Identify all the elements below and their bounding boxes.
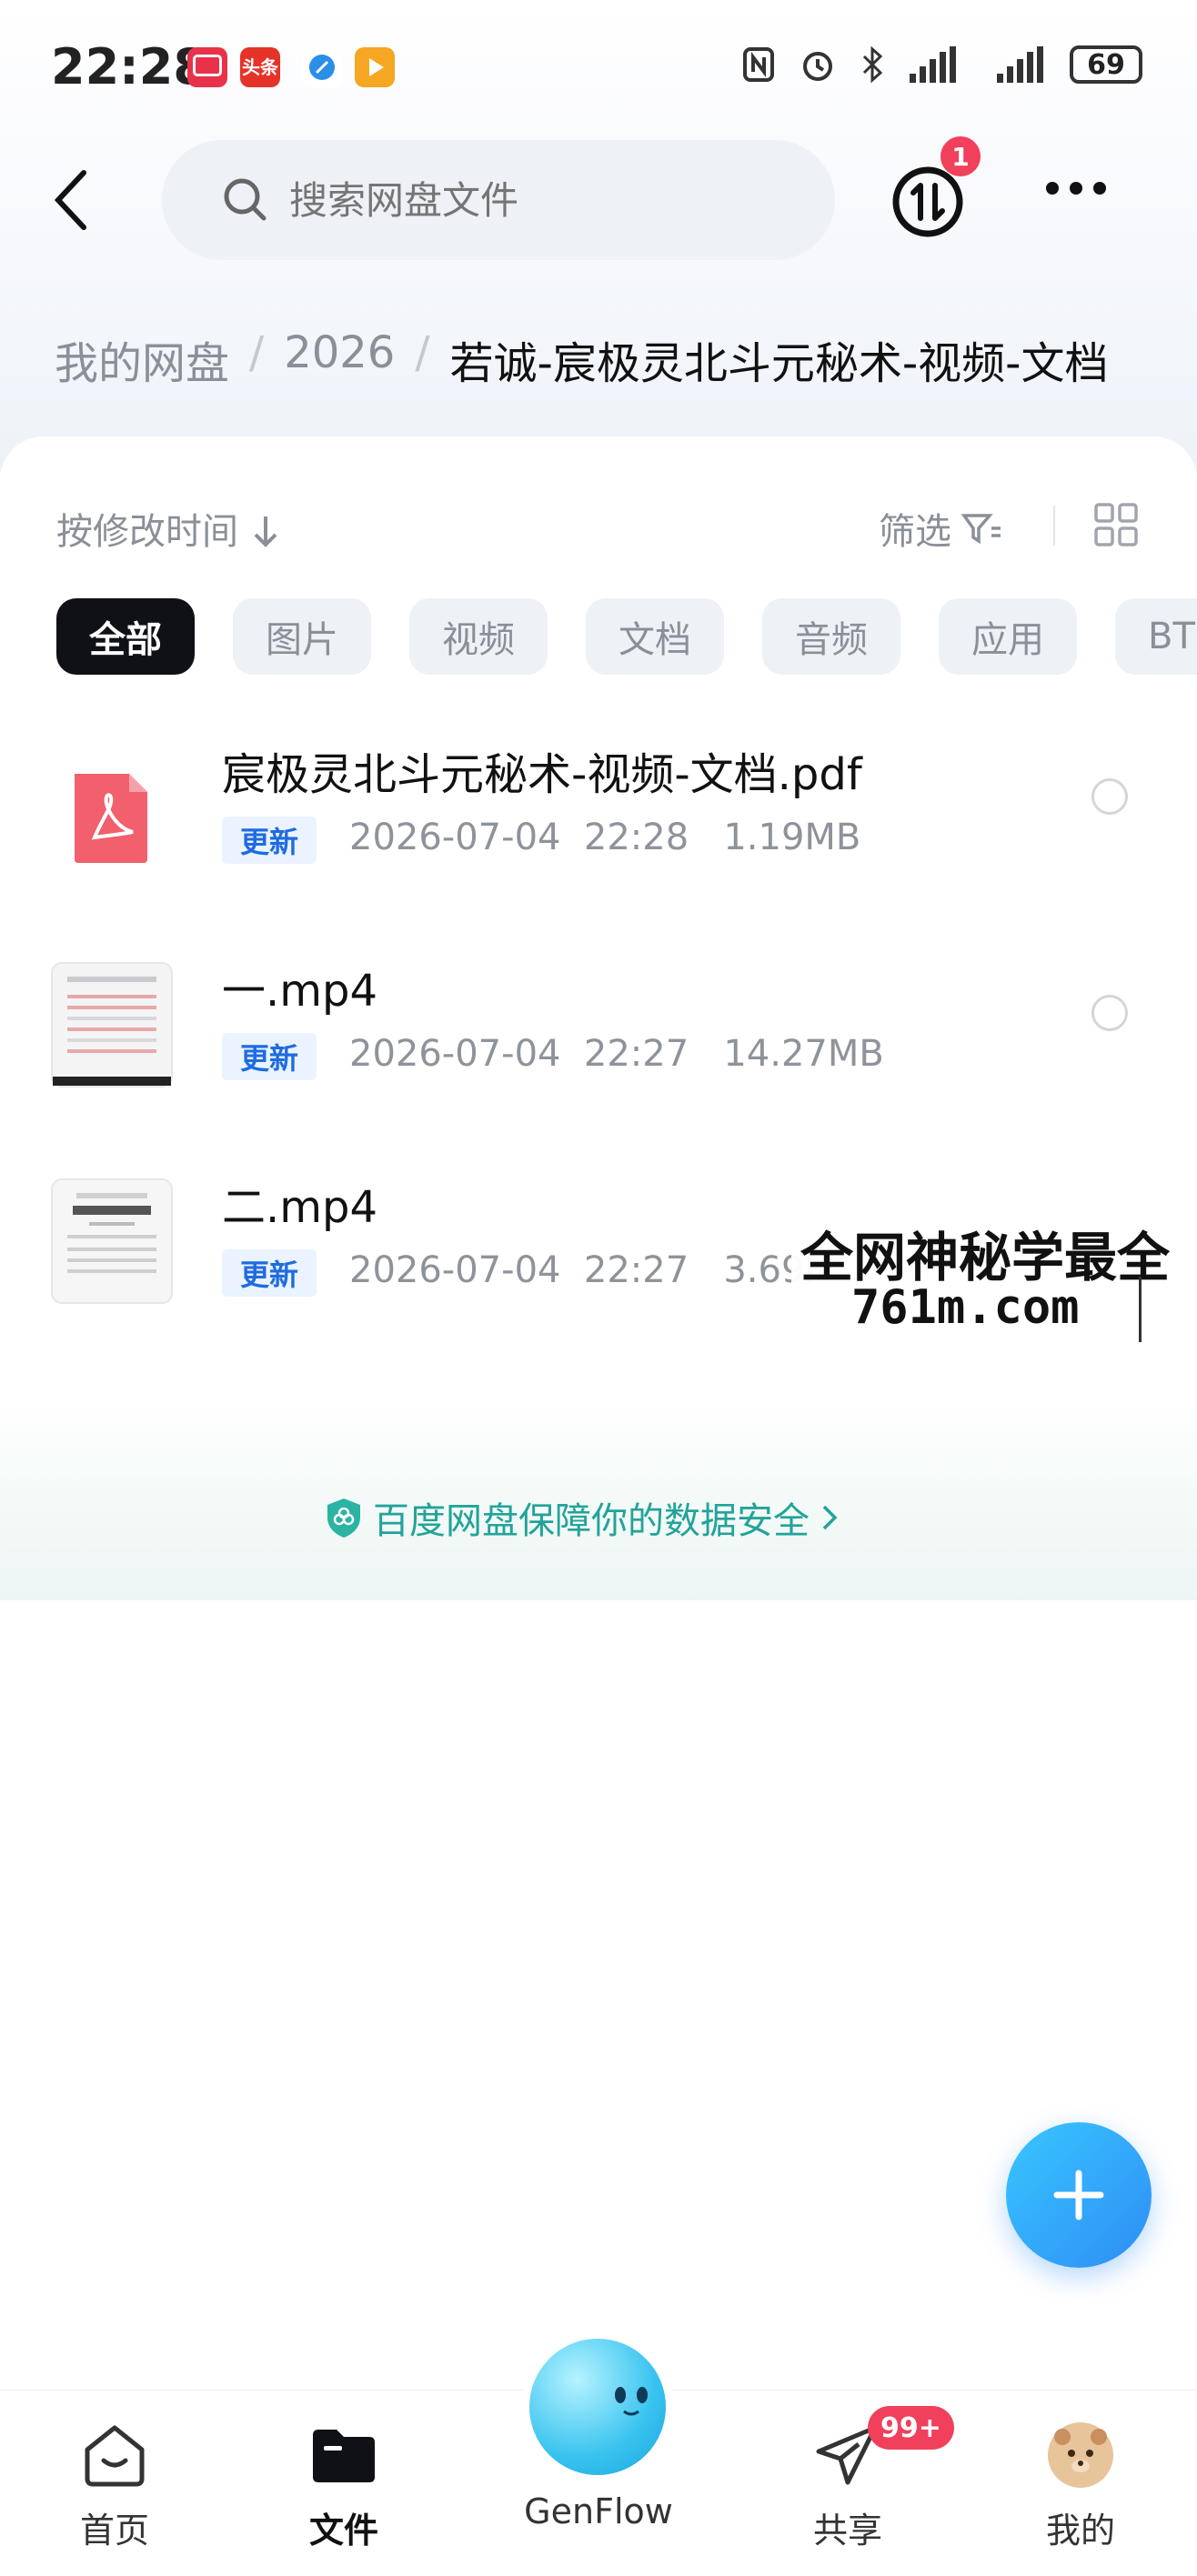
video-thumbnail (51, 1178, 173, 1304)
back-button[interactable] (45, 164, 100, 236)
genflow-mascot[interactable] (522, 2331, 673, 2482)
share-badge: 99+ (868, 2406, 954, 2450)
text-cursor (1139, 1277, 1142, 1342)
grid-icon (1094, 503, 1138, 546)
add-button[interactable] (1006, 2122, 1152, 2268)
chip-bt[interactable]: BT (1115, 598, 1197, 675)
video-thumbnail (51, 962, 173, 1088)
tab-files[interactable]: 文件 (271, 2419, 417, 2552)
chip-apps[interactable]: 应用 (939, 598, 1077, 675)
tv-app-icon (187, 47, 227, 87)
tab-files-label: 文件 (308, 2511, 378, 2551)
chevron-left-icon (54, 170, 86, 230)
arrow-down-icon (254, 516, 277, 547)
file-date: 2026-07-04 (349, 1249, 561, 1291)
tab-home-label: 首页 (79, 2511, 149, 2551)
breadcrumb: 我的网盘 / 2026 / 若诚-宸极灵北斗元秘术-视频-文档 (55, 327, 1108, 391)
update-tag: 更新 (222, 1249, 317, 1297)
safety-notice[interactable]: 百度网盘保障你的数据安全 (324, 1491, 840, 1544)
file-name: 二.mp4 (222, 1182, 378, 1233)
grid-view-button[interactable] (1093, 502, 1139, 547)
dot-icon (1046, 182, 1059, 195)
more-menu-button[interactable] (1046, 182, 1106, 195)
chip-documents[interactable]: 文档 (586, 598, 724, 675)
mascot-face-icon (615, 2387, 648, 2416)
file-name: 一.mp4 (222, 966, 378, 1017)
breadcrumb-separator: / (249, 327, 265, 378)
folder-icon (313, 2430, 375, 2482)
breadcrumb-current: 若诚-宸极灵北斗元秘术-视频-文档 (449, 338, 1109, 389)
chip-images[interactable]: 图片 (233, 598, 371, 675)
tab-genflow-label[interactable]: GenFlow (491, 2491, 706, 2531)
category-chips: 全部 图片 视频 文档 音频 应用 BT (56, 598, 1197, 675)
file-name: 宸极灵北斗元秘术-视频-文档.pdf (222, 749, 862, 800)
file-size: 14.27MB (723, 1033, 884, 1075)
file-meta: 2026-07-04 22:27 3.69l (349, 1249, 815, 1291)
video-app-icon (355, 47, 395, 87)
plus-icon (1053, 2170, 1104, 2220)
search-bar[interactable] (162, 140, 835, 260)
search-input[interactable] (287, 176, 800, 224)
avatar-icon (1048, 2422, 1113, 2488)
breadcrumb-separator: / (415, 327, 430, 378)
file-meta: 2026-07-04 22:28 1.19MB (349, 817, 860, 858)
toutiao-icon: 头条 (240, 47, 280, 87)
signal-2-icon (997, 46, 1043, 83)
tab-share-label: 共享 (812, 2511, 882, 2551)
file-time: 22:27 (583, 1249, 689, 1291)
file-date: 2026-07-04 (349, 817, 561, 858)
file-time: 22:28 (583, 817, 689, 858)
sort-label: 按修改时间 (56, 511, 238, 553)
watermark-line2: 761m.com (851, 1280, 1080, 1335)
file-size: 1.19MB (723, 817, 861, 858)
select-radio[interactable] (1091, 778, 1128, 815)
file-row[interactable]: 宸极灵北斗元秘术-视频-文档.pdf 更新 2026-07-04 22:28 1… (0, 718, 1197, 933)
bluetooth-icon (862, 45, 883, 84)
signal-icon (910, 46, 956, 83)
system-icons: 69 (742, 45, 1142, 84)
filter-label: 筛选 (879, 511, 951, 553)
feather-app-icon (302, 47, 342, 87)
filter-icon (961, 514, 1001, 545)
status-time: 22:28 (51, 38, 207, 95)
tab-me-label: 我的 (1045, 2511, 1115, 2551)
shield-icon (327, 1498, 360, 1538)
dot-icon (1093, 182, 1106, 195)
file-date: 2026-07-04 (349, 1033, 561, 1075)
select-radio[interactable] (1091, 995, 1128, 1031)
filter-button[interactable]: 筛选 (879, 502, 1002, 555)
update-tag: 更新 (222, 817, 317, 864)
chip-audio[interactable]: 音频 (762, 598, 900, 675)
pdf-icon (56, 764, 166, 873)
alarm-icon (803, 52, 832, 81)
toolbar-divider (1053, 506, 1055, 546)
chip-videos[interactable]: 视频 (409, 598, 548, 675)
tab-home[interactable]: 首页 (42, 2419, 187, 2552)
sort-button[interactable]: 按修改时间 (56, 502, 281, 555)
file-time: 22:27 (583, 1033, 689, 1075)
search-icon (224, 178, 267, 221)
file-row[interactable]: 一.mp4 更新 2026-07-04 22:27 14.27MB (0, 935, 1197, 1149)
chip-all[interactable]: 全部 (56, 598, 195, 675)
transfer-button[interactable] (891, 165, 964, 238)
file-meta: 2026-07-04 22:27 14.27MB (349, 1033, 884, 1075)
breadcrumb-root[interactable]: 我的网盘 (55, 327, 229, 391)
dot-icon (1070, 182, 1082, 195)
transfer-icon (892, 166, 963, 237)
battery-indicator: 69 (1070, 45, 1142, 84)
chevron-right-icon (822, 1505, 838, 1530)
breadcrumb-level1[interactable]: 2026 (284, 327, 395, 391)
transfer-badge: 1 (940, 136, 981, 176)
update-tag: 更新 (222, 1033, 317, 1080)
safety-text: 百度网盘保障你的数据安全 (373, 1500, 810, 1542)
tab-me[interactable]: 我的 (1008, 2419, 1153, 2552)
home-icon (85, 2425, 145, 2487)
nfc-icon (743, 47, 774, 82)
